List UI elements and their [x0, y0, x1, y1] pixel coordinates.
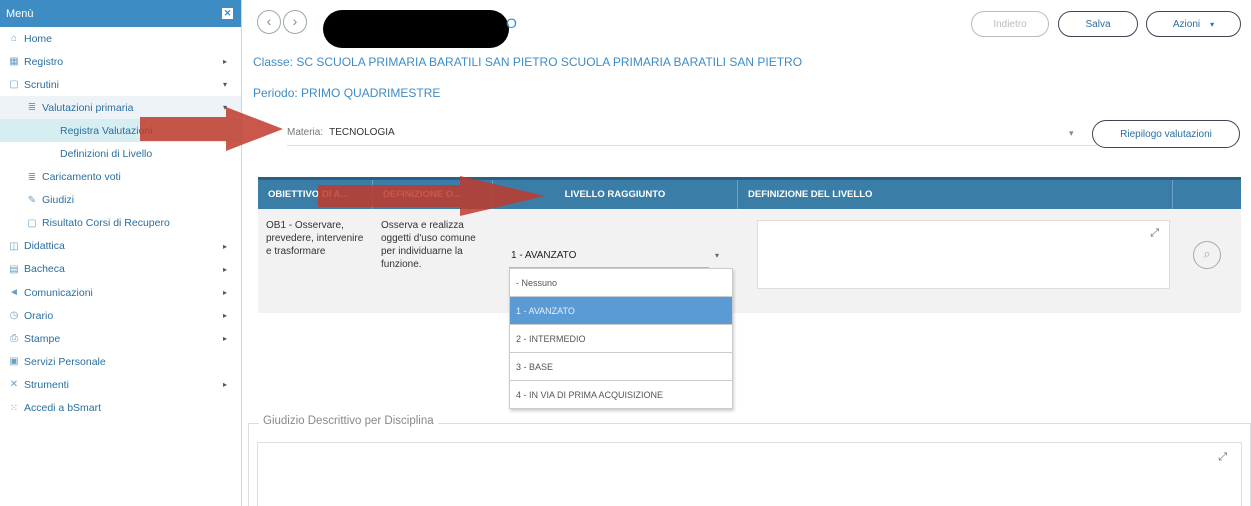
annotation-arrows	[140, 107, 545, 216]
annotation-arrow-left	[140, 107, 283, 151]
annotation-arrow-middle	[318, 176, 545, 216]
